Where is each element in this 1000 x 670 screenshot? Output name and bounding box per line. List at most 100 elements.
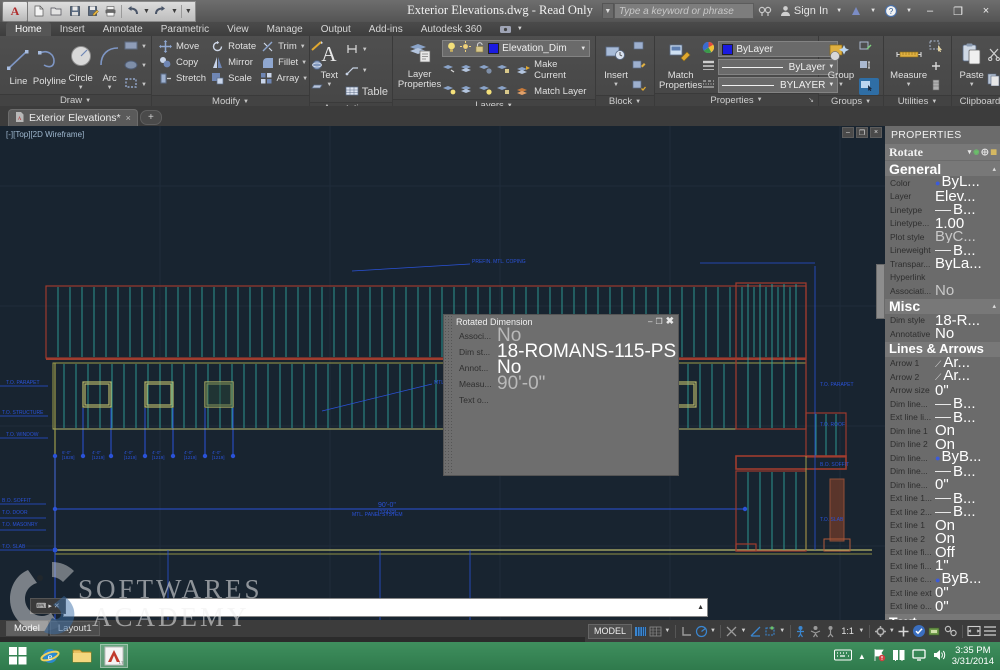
leader-dropdown-icon[interactable]: ▼ xyxy=(362,68,368,74)
prop-value-color[interactable]: ●ByL... xyxy=(935,175,1000,190)
ellipse-dropdown-icon[interactable]: ▼ xyxy=(141,63,147,69)
hardware-acceleration-icon[interactable] xyxy=(928,623,942,639)
prop-row-lineweight[interactable]: Lineweight B... xyxy=(885,244,1000,258)
polar-dropdown-icon[interactable]: ▼ xyxy=(710,623,717,639)
trim-dropdown-icon[interactable]: ▼ xyxy=(300,44,306,50)
toggle-icon[interactable]: ◉ xyxy=(973,148,979,156)
object-snap-icon[interactable] xyxy=(725,623,738,639)
arc-dropdown-icon[interactable]: ▼ xyxy=(107,85,113,91)
make-current-button[interactable]: Make Current xyxy=(514,59,591,81)
save-as-icon[interactable] xyxy=(85,4,100,19)
polyline-button[interactable]: Polyline xyxy=(33,45,66,87)
filter-icon[interactable]: ▦ xyxy=(990,148,997,156)
scale-dropdown-icon[interactable]: ▼ xyxy=(858,623,865,639)
new-drawing-tab-button[interactable]: + xyxy=(139,110,162,125)
network-icon[interactable] xyxy=(892,648,906,664)
tab-annotate[interactable]: Annotate xyxy=(94,22,152,36)
workspace-switching-icon[interactable] xyxy=(912,623,926,639)
annotation-scale-value[interactable]: 1:1 xyxy=(839,626,856,636)
properties-group-misc[interactable]: Misc ▴ xyxy=(885,298,1000,314)
prop-value-dim-line-color[interactable]: ●ByB... xyxy=(935,450,1000,465)
file-explorer-icon[interactable] xyxy=(68,644,96,668)
sun-icon[interactable] xyxy=(460,41,472,56)
volume-icon[interactable] xyxy=(932,648,946,664)
prop-value-ext-line-ext[interactable]: 0" xyxy=(935,586,1000,599)
keyboard-tray-icon[interactable] xyxy=(833,649,852,663)
allow-ucs-icon[interactable] xyxy=(794,623,807,639)
drawing-close-button[interactable]: × xyxy=(870,127,882,138)
quick-properties-dialog[interactable]: Rotated Dimension – ❐ ✖ Associ... No Dim… xyxy=(443,314,679,476)
minimize-button[interactable]: – xyxy=(916,0,944,22)
line-button[interactable]: Line xyxy=(4,45,33,87)
add-scale-icon[interactable] xyxy=(897,623,910,639)
otrack-dropdown-icon[interactable]: ▼ xyxy=(779,623,786,639)
osnap-dropdown-icon[interactable]: ▼ xyxy=(740,623,747,639)
layer-color-swatch[interactable] xyxy=(488,43,500,54)
3d-object-snap-icon[interactable] xyxy=(749,623,762,639)
prop-row-arrow-2[interactable]: Arrow 2 ⟋ Ar... xyxy=(885,369,1000,384)
insert-button[interactable]: Insert ▼ xyxy=(600,39,632,88)
block-dropdown-icon[interactable]: ▼ xyxy=(141,82,147,88)
prop-row-ext-line-color[interactable]: Ext line c... ●ByB... xyxy=(885,572,1000,587)
ortho-mode-icon[interactable] xyxy=(680,623,693,639)
snap-mode-icon[interactable] xyxy=(649,623,662,639)
prop-value-ext-line-offset[interactable]: 0" xyxy=(935,600,1000,613)
array-button[interactable]: Array ▼ xyxy=(258,71,310,86)
prop-value-ext-line-fixed-len[interactable]: 1" xyxy=(935,559,1000,572)
panel-label-properties[interactable]: Properties ▼ ↘ xyxy=(655,93,818,106)
prop-row-linetype-scale[interactable]: Linetype... 1.00 xyxy=(885,217,1000,231)
dialog-restore-button[interactable]: ❐ xyxy=(655,317,662,326)
qp-row-text-override[interactable]: Text o... xyxy=(453,392,678,408)
customize-qat-icon[interactable]: ▼ xyxy=(185,8,192,15)
prop-row-ext-line-lt[interactable]: Ext line li... B... xyxy=(885,411,1000,425)
prop-row-dim-style[interactable]: Dim style 18-R... xyxy=(885,314,1000,328)
prop-row-dim-line-1[interactable]: Dim line 1 On xyxy=(885,424,1000,438)
properties-group-lines-arrows[interactable]: Lines & Arrows xyxy=(885,341,1000,357)
mirror-button[interactable]: Mirror xyxy=(208,55,258,70)
arc-button[interactable]: Arc ▼ xyxy=(95,42,124,91)
layer-thaw-icon[interactable] xyxy=(460,83,474,99)
circle-button[interactable]: Circle ▼ xyxy=(66,42,95,91)
command-expand-icon[interactable]: ▲ xyxy=(697,604,704,611)
save-icon[interactable] xyxy=(67,4,82,19)
layer-unisolate-icon[interactable] xyxy=(442,83,456,99)
prop-row-dim-line-ext[interactable]: Dim line... 0" xyxy=(885,478,1000,492)
layer-properties-button[interactable]: Layer Properties xyxy=(397,38,442,90)
display-icon[interactable] xyxy=(912,648,926,664)
dynamic-input-icon[interactable] xyxy=(824,623,837,639)
copy-button[interactable]: Copy xyxy=(156,55,208,70)
ungroup-button[interactable] xyxy=(859,39,879,56)
prop-row-plot-style[interactable]: Plot style ByC... xyxy=(885,230,1000,244)
prop-value-dim-style[interactable]: 18-R... xyxy=(935,314,1000,327)
group-button[interactable]: Group ▼ xyxy=(823,39,859,88)
prop-value-dim-line-lt[interactable]: B... xyxy=(935,397,1000,410)
cut-button[interactable] xyxy=(987,46,1000,66)
snap-dropdown-icon[interactable]: ▼ xyxy=(664,623,671,639)
undo-icon[interactable] xyxy=(125,4,140,19)
prop-row-ext-line-offset[interactable]: Ext line o... 0" xyxy=(885,600,1000,614)
prop-row-color[interactable]: Color ●ByL... xyxy=(885,175,1000,190)
sign-in-dropdown-icon[interactable]: ▼ xyxy=(832,8,846,14)
ribbon-overflow-icon[interactable]: ▼ xyxy=(491,22,532,36)
prop-value-layer[interactable]: Elev... xyxy=(935,190,1000,203)
help-icon[interactable]: ? xyxy=(880,4,902,18)
prop-row-ext-line-1-lt[interactable]: Ext line 1... B... xyxy=(885,492,1000,506)
taskbar-clock[interactable]: 3:35 PM 3/31/2014 xyxy=(952,645,994,667)
prop-value-linetype-scale[interactable]: 1.00 xyxy=(935,217,1000,230)
clean-screen-icon[interactable] xyxy=(967,623,981,639)
command-line-float-controls[interactable]: ⌨ ▸ ✕ xyxy=(30,598,66,614)
dynamic-ucs-icon[interactable] xyxy=(809,623,822,639)
layer-freeze-icon[interactable] xyxy=(460,62,474,78)
prop-row-ext-line-1[interactable]: Ext line 1 On xyxy=(885,519,1000,533)
scale-button[interactable]: Scale xyxy=(208,71,258,86)
prop-value-dim-line-2[interactable]: On xyxy=(935,438,1000,451)
prop-row-ext-line-2-lt[interactable]: Ext line 2... B... xyxy=(885,505,1000,519)
isolate-objects-icon[interactable] xyxy=(944,623,958,639)
prop-row-hyperlink[interactable]: Hyperlink xyxy=(885,271,1000,285)
copy-clip-button[interactable] xyxy=(987,71,1000,91)
drawing-tab-close-icon[interactable]: × xyxy=(126,113,131,123)
paste-button[interactable]: Paste ▼ xyxy=(956,39,987,88)
text-button[interactable]: A Text ▼ xyxy=(314,39,345,88)
command-arrow-icon[interactable]: ▸ xyxy=(48,602,52,610)
point-style-button[interactable] xyxy=(929,59,947,76)
